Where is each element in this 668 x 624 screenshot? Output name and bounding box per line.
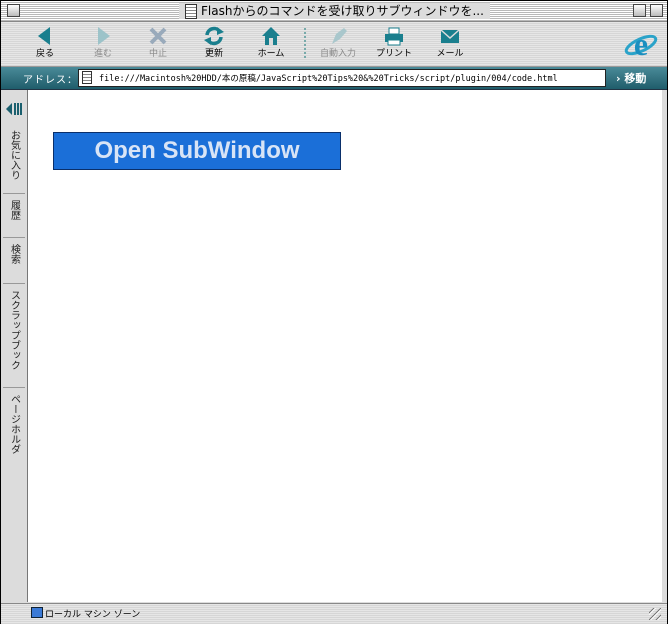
zoom-box-icon[interactable] xyxy=(633,4,646,17)
tab-scrapbook-label: スクラップブック xyxy=(8,290,20,370)
mail-icon xyxy=(440,29,460,43)
tab-history[interactable]: 履歴 xyxy=(3,194,25,238)
print-label: プリント xyxy=(375,49,412,59)
collapse-box-icon[interactable] xyxy=(650,4,663,17)
local-zone-icon xyxy=(31,607,43,618)
toolbar: 戻る 進む 中止 更新 ホーム 自動入力 プリント メール e xyxy=(1,22,667,67)
status-bar: ローカル マシン ゾーン xyxy=(1,603,667,624)
mail-button[interactable]: メール xyxy=(424,25,476,65)
mail-label: メール xyxy=(436,49,464,59)
home-icon xyxy=(262,27,280,45)
page-document-icon xyxy=(82,71,92,84)
address-field[interactable]: file:///Macintosh%20HDD/本の原稿/JavaScript%… xyxy=(78,69,606,87)
refresh-button[interactable]: 更新 xyxy=(188,25,240,65)
tab-search-label: 検索 xyxy=(8,244,20,264)
home-button[interactable]: ホーム xyxy=(245,25,297,65)
tab-favorites-label: お気に入り xyxy=(8,130,20,180)
window-title: Flashからのコマンドを受け取りサブウィンドウを... xyxy=(201,4,484,18)
page-content: Open SubWindow xyxy=(28,90,662,602)
autofill-button[interactable]: 自動入力 xyxy=(312,25,364,65)
back-button[interactable]: 戻る xyxy=(19,25,71,65)
stop-label: 中止 xyxy=(148,49,167,59)
explorer-bar: お気に入り 履歴 検索 スクラップブック ページホルダ xyxy=(1,90,28,602)
autofill-label: 自動入力 xyxy=(319,49,356,59)
address-label: アドレス： xyxy=(23,75,78,86)
stop-button[interactable]: 中止 xyxy=(132,25,184,65)
right-edge xyxy=(662,90,667,602)
forward-arrow-icon xyxy=(98,27,110,45)
stop-x-icon xyxy=(149,27,167,45)
tab-scrapbook[interactable]: スクラップブック xyxy=(3,284,25,388)
toolbar-separator xyxy=(304,28,306,60)
forward-label: 進む xyxy=(93,49,112,59)
resize-grip-icon[interactable] xyxy=(649,608,661,620)
refresh-label: 更新 xyxy=(204,49,223,59)
title-bar[interactable]: Flashからのコマンドを受け取りサブウィンドウを... xyxy=(1,1,667,22)
back-label: 戻る xyxy=(35,49,54,59)
tab-page-holder-label: ページホルダ xyxy=(8,394,20,454)
print-button[interactable]: プリント xyxy=(368,25,420,65)
close-box-icon[interactable] xyxy=(7,4,20,17)
svg-text:e: e xyxy=(634,26,648,62)
document-icon xyxy=(185,3,197,19)
go-button[interactable]: › 移動 xyxy=(616,70,646,86)
tab-search[interactable]: 検索 xyxy=(3,238,25,284)
printer-icon xyxy=(385,27,403,46)
address-bar: アドレス： file:///Macintosh%20HDD/本の原稿/JavaS… xyxy=(1,67,667,90)
security-zone-text: ローカル マシン ゾーン xyxy=(45,610,141,620)
back-arrow-icon xyxy=(38,27,50,45)
autofill-icon xyxy=(332,28,347,44)
window-title-wrap: Flashからのコマンドを受け取りサブウィンドウを... xyxy=(179,3,490,19)
tab-page-holder[interactable]: ページホルダ xyxy=(3,388,25,468)
tab-favorites[interactable]: お気に入り xyxy=(3,124,25,194)
sidebar-toggle-icon[interactable] xyxy=(6,102,24,116)
refresh-icon xyxy=(204,26,224,46)
forward-button[interactable]: 進む xyxy=(77,25,129,65)
browser-window: Flashからのコマンドを受け取りサブウィンドウを... 戻る 進む 中止 更新 xyxy=(0,0,668,624)
open-subwindow-button[interactable]: Open SubWindow xyxy=(53,132,341,170)
tab-history-label: 履歴 xyxy=(8,200,20,220)
internet-explorer-logo-icon[interactable]: e xyxy=(623,25,659,63)
home-label: ホーム xyxy=(257,49,285,59)
address-url[interactable]: file:///Macintosh%20HDD/本の原稿/JavaScript%… xyxy=(99,72,558,84)
